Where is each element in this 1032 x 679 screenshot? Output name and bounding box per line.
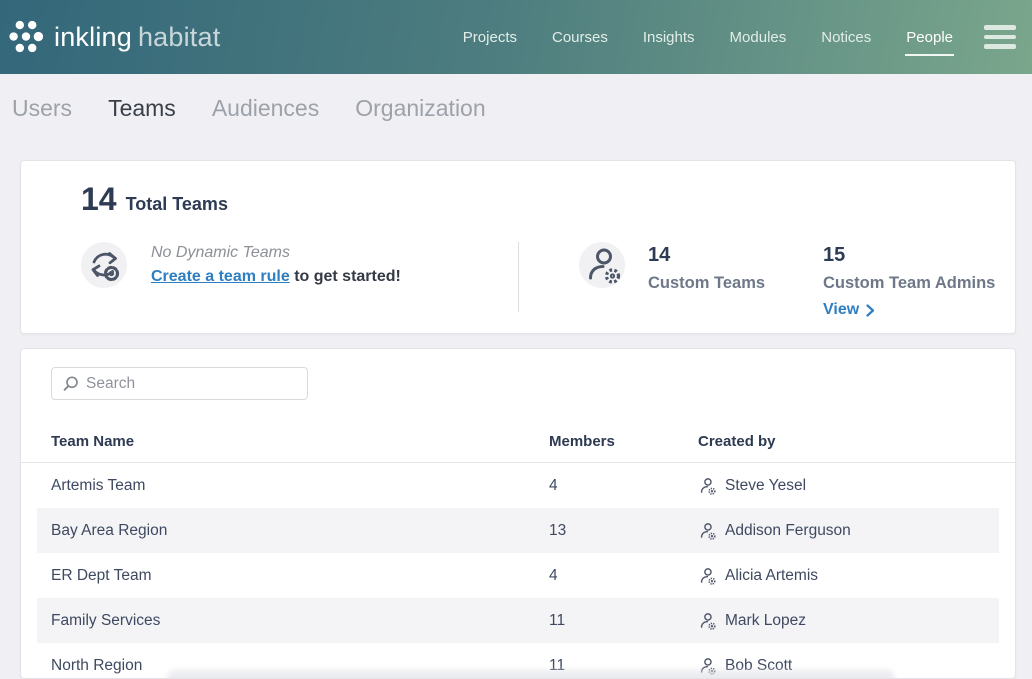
total-teams-count: 14 (81, 181, 117, 218)
custom-teams-block: 14 Custom Teams 15 Custom Team Admins Vi… (579, 242, 975, 319)
create-team-rule-link[interactable]: Create a team rule (151, 268, 290, 285)
stats-row: No Dynamic Teams Create a team rule to g… (81, 242, 1015, 319)
column-header-created-by: Created by (698, 433, 1000, 450)
created-by-cell: Mark Lopez (698, 612, 999, 630)
search-icon (62, 376, 78, 392)
chevron-right-icon (866, 304, 875, 317)
teams-summary-card: 14 Total Teams No Dynamic Teams Create a… (20, 160, 1016, 334)
page: inklinghabitat Projects Courses Insights… (0, 0, 1032, 679)
members-cell: 13 (549, 522, 698, 540)
total-teams: 14 Total Teams (81, 181, 1015, 218)
custom-admins-label: Custom Team Admins (823, 274, 975, 293)
teams-table-card: Team Name Members Created by Artemis Tea… (20, 348, 1016, 679)
logo[interactable]: inklinghabitat (5, 16, 220, 58)
search-box (51, 367, 308, 400)
inkling-dots-logo-icon (5, 16, 47, 58)
vertical-divider (518, 242, 519, 312)
team-name-cell: Bay Area Region (51, 522, 549, 540)
team-name-cell: North Region (51, 657, 549, 675)
dynamic-teams-block: No Dynamic Teams Create a team rule to g… (81, 242, 518, 288)
cta-suffix: to get started! (294, 268, 401, 285)
person-gear-icon (698, 657, 716, 675)
nav-item-courses[interactable]: Courses (551, 25, 609, 50)
person-gear-icon (698, 612, 716, 630)
custom-teams-count: 14 (648, 244, 800, 267)
section-tabs: Users Teams Audiences Organization (0, 74, 1032, 143)
table-row[interactable]: ER Dept Team 4 Alicia Artemis (37, 553, 999, 598)
tab-teams[interactable]: Teams (108, 95, 176, 122)
person-gear-icon (698, 477, 716, 495)
nav-item-projects[interactable]: Projects (462, 25, 518, 50)
person-gear-icon (698, 567, 716, 585)
created-by-cell: Addison Ferguson (698, 522, 999, 540)
table-row[interactable]: Family Services 11 Mark Lopez (37, 598, 999, 643)
hamburger-menu-icon[interactable] (984, 25, 1016, 49)
no-dynamic-teams-status: No Dynamic Teams (151, 244, 401, 262)
view-admins-link[interactable]: View (823, 301, 875, 319)
logo-text: inklinghabitat (54, 22, 220, 53)
table-row[interactable]: North Region 11 Bob Scott (37, 643, 999, 679)
custom-teams-stat: 14 Custom Teams (648, 242, 800, 319)
members-cell: 11 (549, 657, 698, 675)
tab-users[interactable]: Users (12, 95, 72, 122)
total-teams-label: Total Teams (126, 194, 228, 215)
created-by-cell: Bob Scott (698, 657, 999, 675)
team-name-cell: ER Dept Team (51, 567, 549, 585)
custom-admins-count: 15 (823, 244, 975, 267)
app-header: inklinghabitat Projects Courses Insights… (0, 0, 1032, 74)
search-input[interactable] (51, 367, 308, 400)
tab-organization[interactable]: Organization (355, 95, 485, 122)
custom-teams-label: Custom Teams (648, 274, 800, 293)
table-row[interactable]: Bay Area Region 13 Addison Ferguson (37, 508, 999, 553)
tab-audiences[interactable]: Audiences (212, 95, 319, 122)
table-body: Artemis Team 4 Steve Yesel Bay Area Regi… (21, 463, 1015, 679)
team-name-cell: Family Services (51, 612, 549, 630)
members-cell: 4 (549, 477, 698, 495)
created-by-cell: Alicia Artemis (698, 567, 999, 585)
team-name-cell: Artemis Team (51, 477, 549, 495)
dynamic-teams-cta: Create a team rule to get started! (151, 268, 401, 286)
table-row[interactable]: Artemis Team 4 Steve Yesel (37, 463, 999, 508)
sync-gear-icon (81, 242, 127, 288)
column-header-team-name: Team Name (51, 433, 549, 450)
nav-item-insights[interactable]: Insights (642, 25, 696, 50)
custom-admins-stat: 15 Custom Team Admins View (823, 242, 975, 319)
nav-item-notices[interactable]: Notices (820, 25, 872, 50)
members-cell: 4 (549, 567, 698, 585)
dynamic-teams-text: No Dynamic Teams Create a team rule to g… (151, 242, 401, 288)
created-by-cell: Steve Yesel (698, 477, 999, 495)
nav-item-modules[interactable]: Modules (729, 25, 788, 50)
main-nav: Projects Courses Insights Modules Notice… (462, 25, 954, 50)
column-header-members: Members (549, 433, 698, 450)
members-cell: 11 (549, 612, 698, 630)
nav-item-people[interactable]: People (905, 25, 954, 50)
person-gear-icon (698, 522, 716, 540)
table-header-row: Team Name Members Created by (21, 421, 1015, 463)
person-gear-icon (579, 242, 625, 288)
